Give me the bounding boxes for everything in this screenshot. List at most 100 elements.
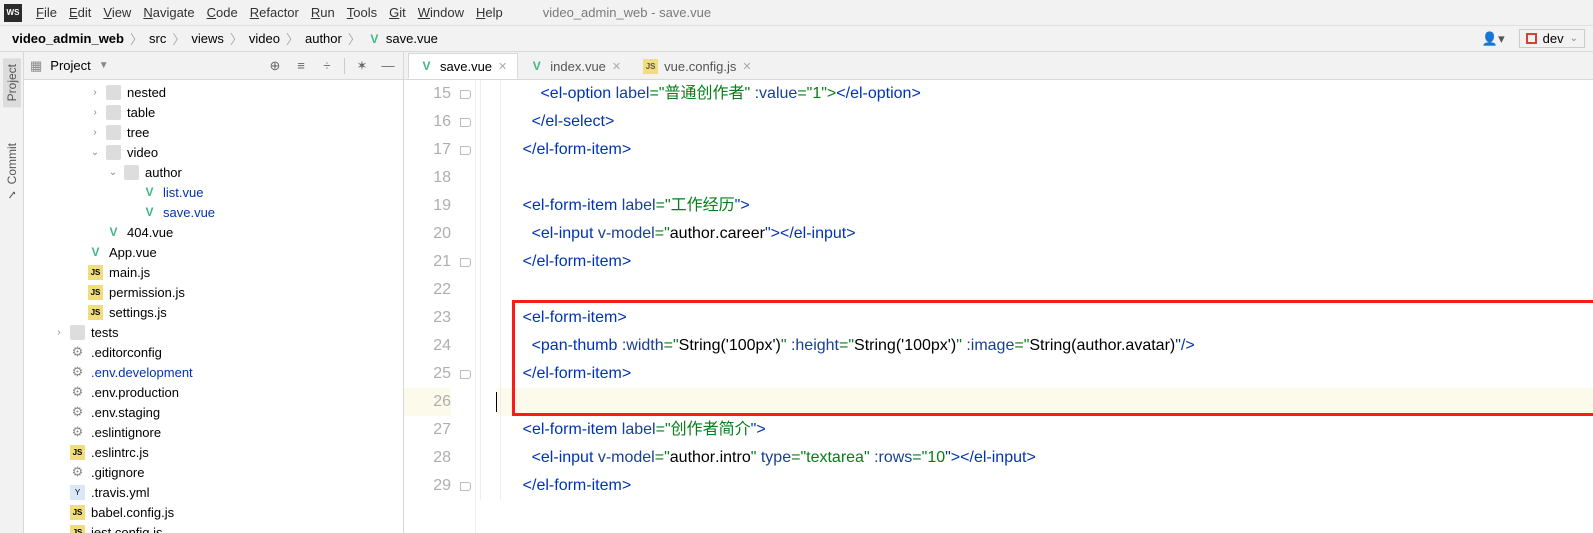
tree-node[interactable]: ⚙.eslintignore <box>24 422 403 442</box>
tree-node[interactable]: Y.travis.yml <box>24 482 403 502</box>
js-icon: JS <box>88 265 103 280</box>
folder-icon <box>70 325 85 340</box>
run-config-selector[interactable]: dev ⌄ <box>1519 29 1585 48</box>
menu-tools[interactable]: Tools <box>341 3 383 22</box>
tree-node[interactable]: ⚙.env.development <box>24 362 403 382</box>
tree-label: tree <box>127 125 149 140</box>
tree-node[interactable]: JS settings.js <box>24 302 403 322</box>
tree-node[interactable]: ›table <box>24 102 403 122</box>
chevron-down-icon[interactable]: ▼ <box>99 60 109 71</box>
tree-node[interactable]: JSbabel.config.js <box>24 502 403 522</box>
menu-code[interactable]: Code <box>201 3 244 22</box>
line-number: 26 <box>404 388 451 416</box>
folder-icon <box>106 105 121 120</box>
collapse-all-button[interactable]: ÷ <box>318 57 336 75</box>
breadcrumb-segment[interactable]: views <box>187 31 228 46</box>
line-number: 16 <box>404 108 451 136</box>
tree-node[interactable]: ⌄author <box>24 162 403 182</box>
tree-node[interactable]: ⚙.env.production <box>24 382 403 402</box>
tree-label: .env.production <box>91 385 179 400</box>
menu-run[interactable]: Run <box>305 3 341 22</box>
tree-node[interactable]: JS.eslintrc.js <box>24 442 403 462</box>
code-editor[interactable]: 151617181920212223242526272829 <el-optio… <box>404 80 1593 533</box>
menu-file[interactable]: File <box>30 3 63 22</box>
project-view-icon: ▦ <box>30 58 42 74</box>
folder-icon <box>106 145 121 160</box>
chevron-down-icon: ⌄ <box>1570 33 1578 44</box>
tree-label: .eslintignore <box>91 425 161 440</box>
tree-node[interactable]: JSjest.config.js <box>24 522 403 533</box>
gear-icon: ⚙ <box>70 465 85 480</box>
breadcrumb-segment[interactable]: Vsave.vue <box>363 31 442 46</box>
editor-tabs: Vsave.vue✕Vindex.vue✕ JS vue.config.js ✕ <box>404 52 1593 80</box>
line-number: 19 <box>404 192 451 220</box>
vue-icon: V <box>529 59 544 74</box>
line-number: 24 <box>404 332 451 360</box>
tree-label: App.vue <box>109 245 157 260</box>
tree-node[interactable]: ›nested <box>24 82 403 102</box>
tree-node[interactable]: JSpermission.js <box>24 282 403 302</box>
menu-view[interactable]: View <box>97 3 137 22</box>
tree-node[interactable]: Vlist.vue <box>24 182 403 202</box>
close-icon[interactable]: ✕ <box>498 60 507 73</box>
breadcrumb-segment[interactable]: author <box>301 31 346 46</box>
tree-label: nested <box>127 85 166 100</box>
tree-label: .eslintrc.js <box>91 445 149 460</box>
txt-icon: Y <box>70 485 85 500</box>
settings-button[interactable]: ✶ <box>353 57 371 75</box>
vue-icon: V <box>142 185 157 200</box>
tree-label: tests <box>91 325 118 340</box>
tree-label: table <box>127 105 155 120</box>
line-number: 25 <box>404 360 451 388</box>
editor-area: Vsave.vue✕Vindex.vue✕ JS vue.config.js ✕ 15… <box>404 52 1593 533</box>
project-panel-title[interactable]: Project <box>50 58 90 73</box>
menu-git[interactable]: Git <box>383 3 412 22</box>
menu-navigate[interactable]: Navigate <box>137 3 200 22</box>
hide-button[interactable]: — <box>379 57 397 75</box>
menu-edit[interactable]: Edit <box>63 3 97 22</box>
tab-label: vue.config.js <box>664 59 736 74</box>
tree-node[interactable]: V404.vue <box>24 222 403 242</box>
breadcrumb-segment[interactable]: video_admin_web <box>8 31 128 46</box>
breadcrumb-segment[interactable]: video <box>245 31 284 46</box>
js-icon: JS <box>88 305 103 320</box>
js-icon: JS <box>88 285 103 300</box>
expand-all-button[interactable]: ≡ <box>292 57 310 75</box>
folder-icon <box>106 85 121 100</box>
side-tab-project[interactable]: Project <box>3 58 21 107</box>
line-number: 17 <box>404 136 451 164</box>
stop-icon <box>1526 33 1537 44</box>
close-icon[interactable]: ✕ <box>612 60 621 73</box>
side-tab-commit[interactable]: ✓ Commit <box>3 137 21 208</box>
tree-node[interactable]: Vsave.vue <box>24 202 403 222</box>
tree-node[interactable]: V App.vue <box>24 242 403 262</box>
project-tree[interactable]: ›nested›table›tree⌄video⌄authorVlist.vue… <box>24 80 403 533</box>
tree-node[interactable]: JSmain.js <box>24 262 403 282</box>
breadcrumb-segment[interactable]: src <box>145 31 170 46</box>
editor-tab[interactable]: JS vue.config.js ✕ <box>632 53 762 79</box>
vue-icon: V <box>419 59 434 74</box>
editor-tab[interactable]: Vindex.vue✕ <box>518 53 632 79</box>
close-icon[interactable]: ✕ <box>742 60 751 73</box>
menu-bar: WS FileEditViewNavigateCodeRefactorRunTo… <box>0 0 1593 26</box>
line-number: 23 <box>404 304 451 332</box>
editor-tab[interactable]: Vsave.vue✕ <box>408 53 518 79</box>
tree-node[interactable]: ›tree <box>24 122 403 142</box>
tree-label: babel.config.js <box>91 505 174 520</box>
menu-window[interactable]: Window <box>412 3 470 22</box>
tree-label: video <box>127 145 158 160</box>
js-icon: JS <box>643 59 658 74</box>
tree-node[interactable]: ⚙.env.staging <box>24 402 403 422</box>
tree-node[interactable]: ›tests <box>24 322 403 342</box>
tree-label: settings.js <box>109 305 167 320</box>
line-number: 20 <box>404 220 451 248</box>
tree-node[interactable]: ⚙.gitignore <box>24 462 403 482</box>
menu-help[interactable]: Help <box>470 3 509 22</box>
project-panel-header: ▦ Project ▼ ⊕ ≡ ÷ ✶ — <box>24 52 403 80</box>
tree-node[interactable]: ⚙.editorconfig <box>24 342 403 362</box>
tree-node[interactable]: ⌄video <box>24 142 403 162</box>
menu-refactor[interactable]: Refactor <box>244 3 305 22</box>
user-icon[interactable]: 👤▾ <box>1482 31 1505 47</box>
locate-button[interactable]: ⊕ <box>266 57 284 75</box>
vue-icon: V <box>88 245 103 260</box>
